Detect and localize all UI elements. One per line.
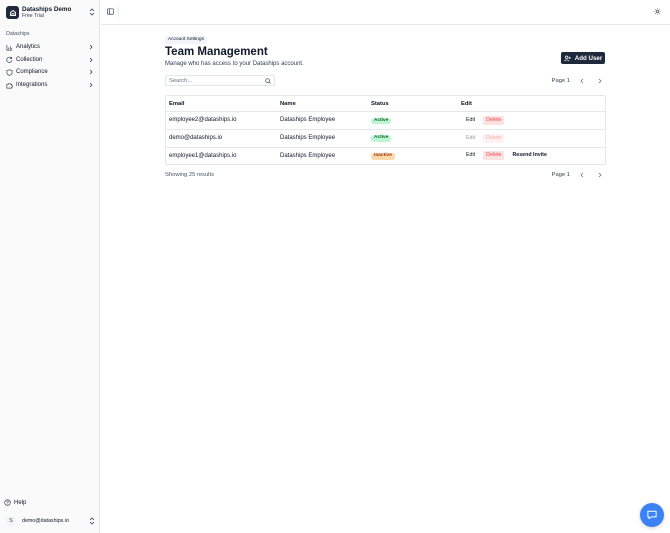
name-cell: Dataships Employee [280, 152, 336, 159]
chevron-right-icon [89, 57, 93, 65]
actions-cell: Edit Delete [460, 133, 505, 143]
delete-button[interactable]: Delete [483, 133, 505, 143]
table-row: employee1@dataships.io Dataships Employe… [166, 146, 605, 165]
shield-icon [6, 69, 13, 76]
chevrons-up-down-icon [89, 8, 95, 18]
resend-invite-button[interactable]: Resend Invite [509, 151, 549, 160]
chat-bubble-icon [646, 509, 658, 521]
pagination-bottom: Page 1 [552, 170, 606, 180]
status-cell: Active [368, 134, 460, 142]
chevron-right-icon [89, 44, 93, 52]
add-user-label: Add User [574, 54, 603, 62]
chevron-right-icon [89, 69, 93, 77]
results-count: Showing 25 results [165, 172, 214, 178]
status-cell: Inactive [368, 152, 460, 160]
search-icon[interactable] [265, 78, 271, 84]
delete-button[interactable]: Delete [483, 115, 505, 125]
chevron-right-icon [89, 82, 93, 90]
org-switcher[interactable]: Dataships Demo Free Trial [6, 5, 96, 20]
breadcrumb[interactable]: Account Settings [165, 36, 207, 44]
page-subtitle: Manage who has access to your Dataships … [165, 61, 304, 67]
sidebar-toggle-icon[interactable] [107, 8, 114, 15]
sidebar-nav: Analytics Collection Compliance Integrat… [3, 41, 97, 91]
prev-page-icon[interactable] [576, 170, 588, 180]
chevrons-up-down-icon [89, 517, 95, 527]
avatar: S [6, 515, 16, 526]
user-plus-icon [563, 55, 571, 62]
table-row: demo@dataships.io Dataships Employee Act… [166, 128, 605, 147]
org-name: Dataships Demo [22, 5, 72, 13]
page-label: Page 1 [551, 172, 570, 178]
email-cell: employee1@dataships.io [169, 152, 237, 159]
column-header-status: Status [371, 100, 389, 107]
sidebar-item-label: Analytics [16, 44, 41, 51]
user-email: demo@dataships.io [22, 517, 69, 524]
org-logo-icon [6, 6, 19, 19]
sidebar-item-label: Integrations [16, 82, 48, 89]
column-header-name: Name [280, 100, 296, 107]
sidebar-section-label: Dataships [6, 31, 30, 37]
sidebar-item-integrations[interactable]: Integrations [3, 79, 97, 92]
delete-button[interactable]: Delete [483, 151, 505, 161]
team-table: Email Name Status Edit employee2@datashi… [165, 95, 606, 166]
help-circle-icon [4, 499, 11, 506]
table-header-row: Email Name Status Edit [166, 96, 605, 111]
name-cell: Dataships Employee [280, 135, 336, 142]
page-title: Team Management [165, 46, 268, 58]
chat-button[interactable] [640, 503, 664, 527]
org-plan: Free Trial [22, 12, 44, 19]
column-header-edit: Edit [461, 100, 472, 107]
search-input[interactable] [169, 77, 263, 84]
bar-chart-icon [6, 44, 13, 51]
next-page-icon[interactable] [594, 170, 606, 180]
status-badge: Active [371, 135, 392, 142]
sidebar: Dataships Demo Free Trial Dataships Anal… [0, 0, 100, 533]
edit-button[interactable]: Edit [463, 134, 478, 143]
email-cell: employee2@dataships.io [169, 117, 237, 124]
sidebar-item-collection[interactable]: Collection [3, 54, 97, 67]
edit-button[interactable]: Edit [463, 151, 478, 160]
pagination-top: Page 1 [552, 76, 606, 86]
actions-cell: Edit Delete Resend Invite [460, 151, 550, 161]
actions-cell: Edit Delete [460, 115, 505, 125]
edit-button[interactable]: Edit [463, 116, 478, 125]
status-badge: Active [371, 117, 392, 125]
search-box [165, 75, 275, 86]
page-label: Page 1 [551, 78, 570, 84]
puzzle-icon [6, 82, 13, 89]
next-page-icon[interactable] [594, 76, 606, 86]
sidebar-item-compliance[interactable]: Compliance [3, 66, 97, 79]
divider [118, 7, 119, 17]
prev-page-icon[interactable] [576, 76, 588, 86]
table-row: employee2@dataships.io Dataships Employe… [166, 111, 605, 129]
top-bar [101, 0, 670, 25]
sun-icon[interactable] [654, 8, 661, 15]
add-user-button[interactable]: Add User [561, 52, 605, 64]
sidebar-item-label: Collection [16, 56, 43, 63]
sidebar-item-label: Compliance [16, 69, 48, 76]
refresh-icon [6, 56, 13, 64]
user-menu[interactable]: S demo@dataships.io [6, 515, 95, 526]
column-header-email: Email [169, 100, 185, 107]
name-cell: Dataships Employee [280, 117, 336, 124]
status-cell: Active [368, 117, 460, 125]
help-link[interactable]: Help [4, 499, 26, 506]
sidebar-item-analytics[interactable]: Analytics [3, 41, 97, 54]
status-badge: Inactive [371, 153, 395, 160]
help-label: Help [14, 499, 27, 506]
email-cell: demo@dataships.io [169, 135, 223, 142]
